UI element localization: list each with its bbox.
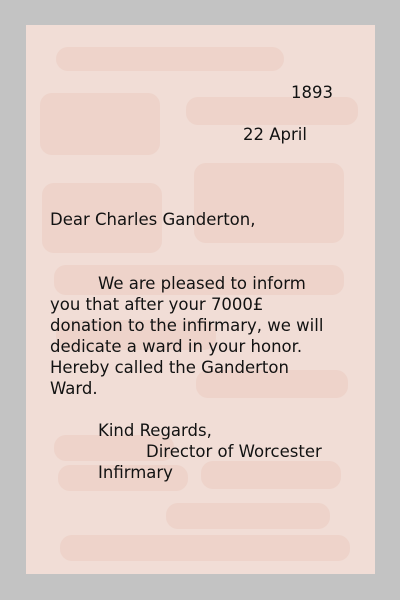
paper-stain <box>166 503 330 529</box>
letter-body-line: dedicate a ward in your honor. <box>50 337 303 356</box>
letter-closing: Kind Regards, <box>98 421 212 440</box>
letter-body-line: We are pleased to inform <box>98 274 306 293</box>
letter-signature-org: Infirmary <box>98 463 173 482</box>
letter-salutation: Dear Charles Ganderton, <box>50 210 256 229</box>
paper-stain <box>60 535 350 561</box>
letter-signature-title: Director of Worcester <box>146 442 322 461</box>
letter-year: 1893 <box>291 83 333 102</box>
letter-body-line: Hereby called the Ganderton <box>50 358 289 377</box>
letter-body-line: Ward. <box>50 379 98 398</box>
paper-stain <box>56 47 284 71</box>
letter-body-line: you that after your 7000£ <box>50 295 264 314</box>
paper-stain <box>194 163 344 243</box>
paper-stain <box>40 93 160 155</box>
letter-body-line: donation to the infirmary, we will <box>50 316 324 335</box>
letter-paper: 1893 22 April Dear Charles Ganderton, We… <box>26 25 375 574</box>
letter-date: 22 April <box>243 125 307 144</box>
paper-stain <box>201 461 341 489</box>
